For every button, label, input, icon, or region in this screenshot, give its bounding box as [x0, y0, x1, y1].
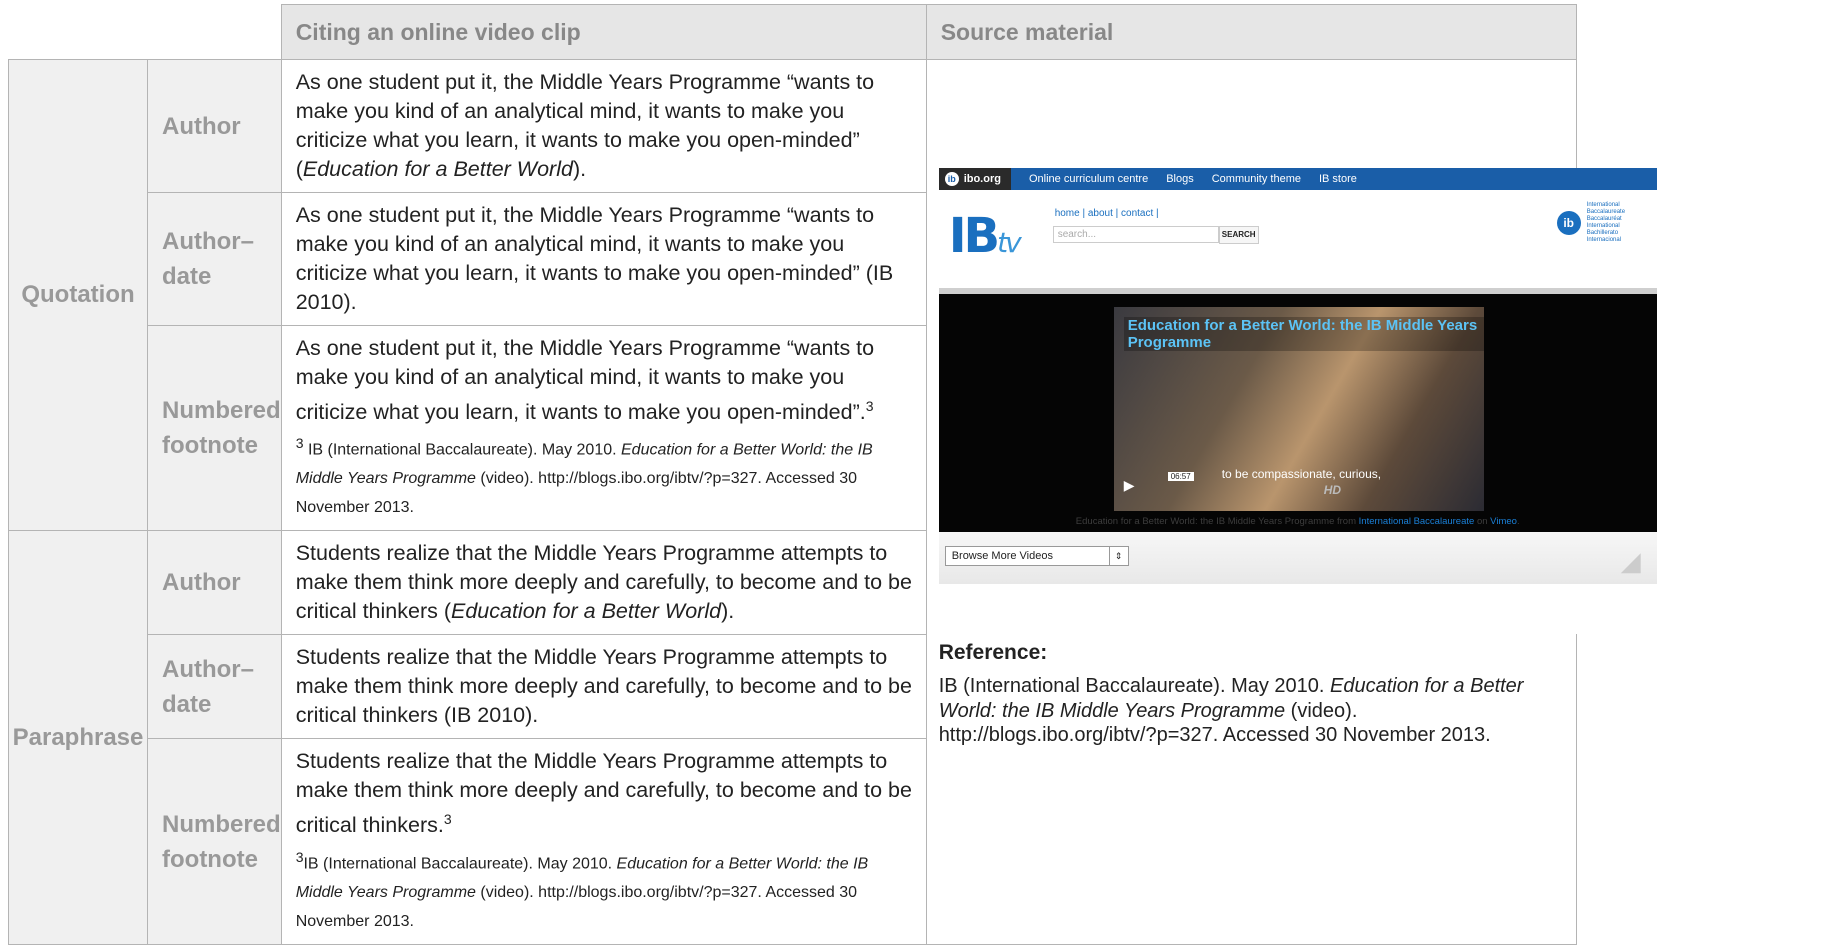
ibo-nav-bar: ib ibo.org Online curriculum centre Blogs… — [938, 168, 1657, 190]
ibtv-links[interactable]: home | about | contact | — [1055, 208, 1159, 219]
ibo-logo[interactable]: ib ibo.org — [938, 168, 1011, 190]
video-credit: Education for a Better World: the IB Mid… — [1075, 516, 1520, 527]
quotation-author-text: As one student put it, the Middle Years … — [280, 59, 927, 193]
quotation-author-date-text: As one student put it, the Middle Years … — [280, 192, 927, 326]
video-player[interactable]: Education for a Better World: the IB Mid… — [938, 294, 1657, 532]
header-citing: Citing an online video clip — [280, 4, 927, 60]
credit-link[interactable]: International Baccalaureate — [1359, 516, 1475, 527]
nav-community-theme[interactable]: Community theme — [1212, 173, 1301, 185]
footnote-note: 3IB (International Baccalaureate). May 2… — [295, 848, 869, 930]
video-caption: to be compassionate, curious, — [1221, 467, 1382, 481]
browse-select[interactable]: Browse More Videos ⇕ — [944, 546, 1129, 566]
video-title[interactable]: Education for a Better World: the IB Mid… — [1123, 317, 1484, 351]
select-arrows-icon: ⇕ — [1108, 547, 1128, 565]
sub-author-date: Author– date — [147, 634, 282, 740]
reference-heading: Reference: — [938, 641, 1048, 664]
sub-author-date: Author– date — [147, 192, 282, 326]
ibtv-header: IBtv home | about | contact | search... … — [938, 190, 1657, 294]
reference-text: IB (International Baccalaureate). May 20… — [938, 675, 1524, 746]
footnote-note: 3 IB (International Baccalaureate). May … — [295, 435, 873, 517]
header-source: Source material — [925, 4, 1577, 60]
nav-online-curriculum[interactable]: Online curriculum centre — [1029, 173, 1148, 185]
vimeo-link[interactable]: Vimeo — [1490, 516, 1517, 527]
play-icon[interactable]: ▶ — [1124, 477, 1154, 499]
video-widget: ib ibo.org Online curriculum centre Blogs… — [938, 168, 1657, 634]
ib-brand: ib International Baccalaureate Baccalauré… — [1556, 202, 1647, 244]
paraphrase-footnote-text: Students realize that the Middle Years P… — [280, 738, 927, 945]
source-material-cell: ib ibo.org Online curriculum centre Blogs… — [925, 59, 1657, 945]
hd-icon[interactable]: HD — [1324, 483, 1341, 497]
ibtv-search-button[interactable]: SEARCH — [1218, 226, 1259, 244]
citation-table: Citing an online video clip Source mater… — [8, 4, 1657, 945]
paraphrase-author-date-text: Students realize that the Middle Years P… — [280, 634, 927, 740]
rss-icon: ◢ — [1620, 546, 1641, 576]
sub-author: Author — [147, 530, 282, 636]
sub-numbered-footnote: Numbered footnote — [147, 324, 282, 532]
nav-blogs[interactable]: Blogs — [1166, 173, 1194, 185]
nav-ib-store[interactable]: IB store — [1319, 173, 1357, 185]
browse-bar: Browse More Videos ⇕ ◢ — [938, 532, 1657, 584]
sub-numbered-footnote: Numbered footnote — [147, 738, 282, 945]
video-frame[interactable]: Education for a Better World: the IB Mid… — [1113, 307, 1484, 511]
sub-author: Author — [147, 59, 282, 193]
paraphrase-author-text: Students realize that the Middle Years P… — [280, 530, 927, 636]
category-quotation: Quotation — [8, 58, 148, 532]
ib-brand-icon: ib — [1556, 211, 1581, 235]
category-paraphrase: Paraphrase — [8, 530, 148, 945]
video-time: 06:57 — [1167, 472, 1194, 481]
ibtv-logo: IBtv — [948, 208, 1022, 264]
quotation-footnote-text: As one student put it, the Middle Years … — [280, 324, 927, 532]
ibtv-search-input[interactable]: search... — [1052, 226, 1219, 243]
